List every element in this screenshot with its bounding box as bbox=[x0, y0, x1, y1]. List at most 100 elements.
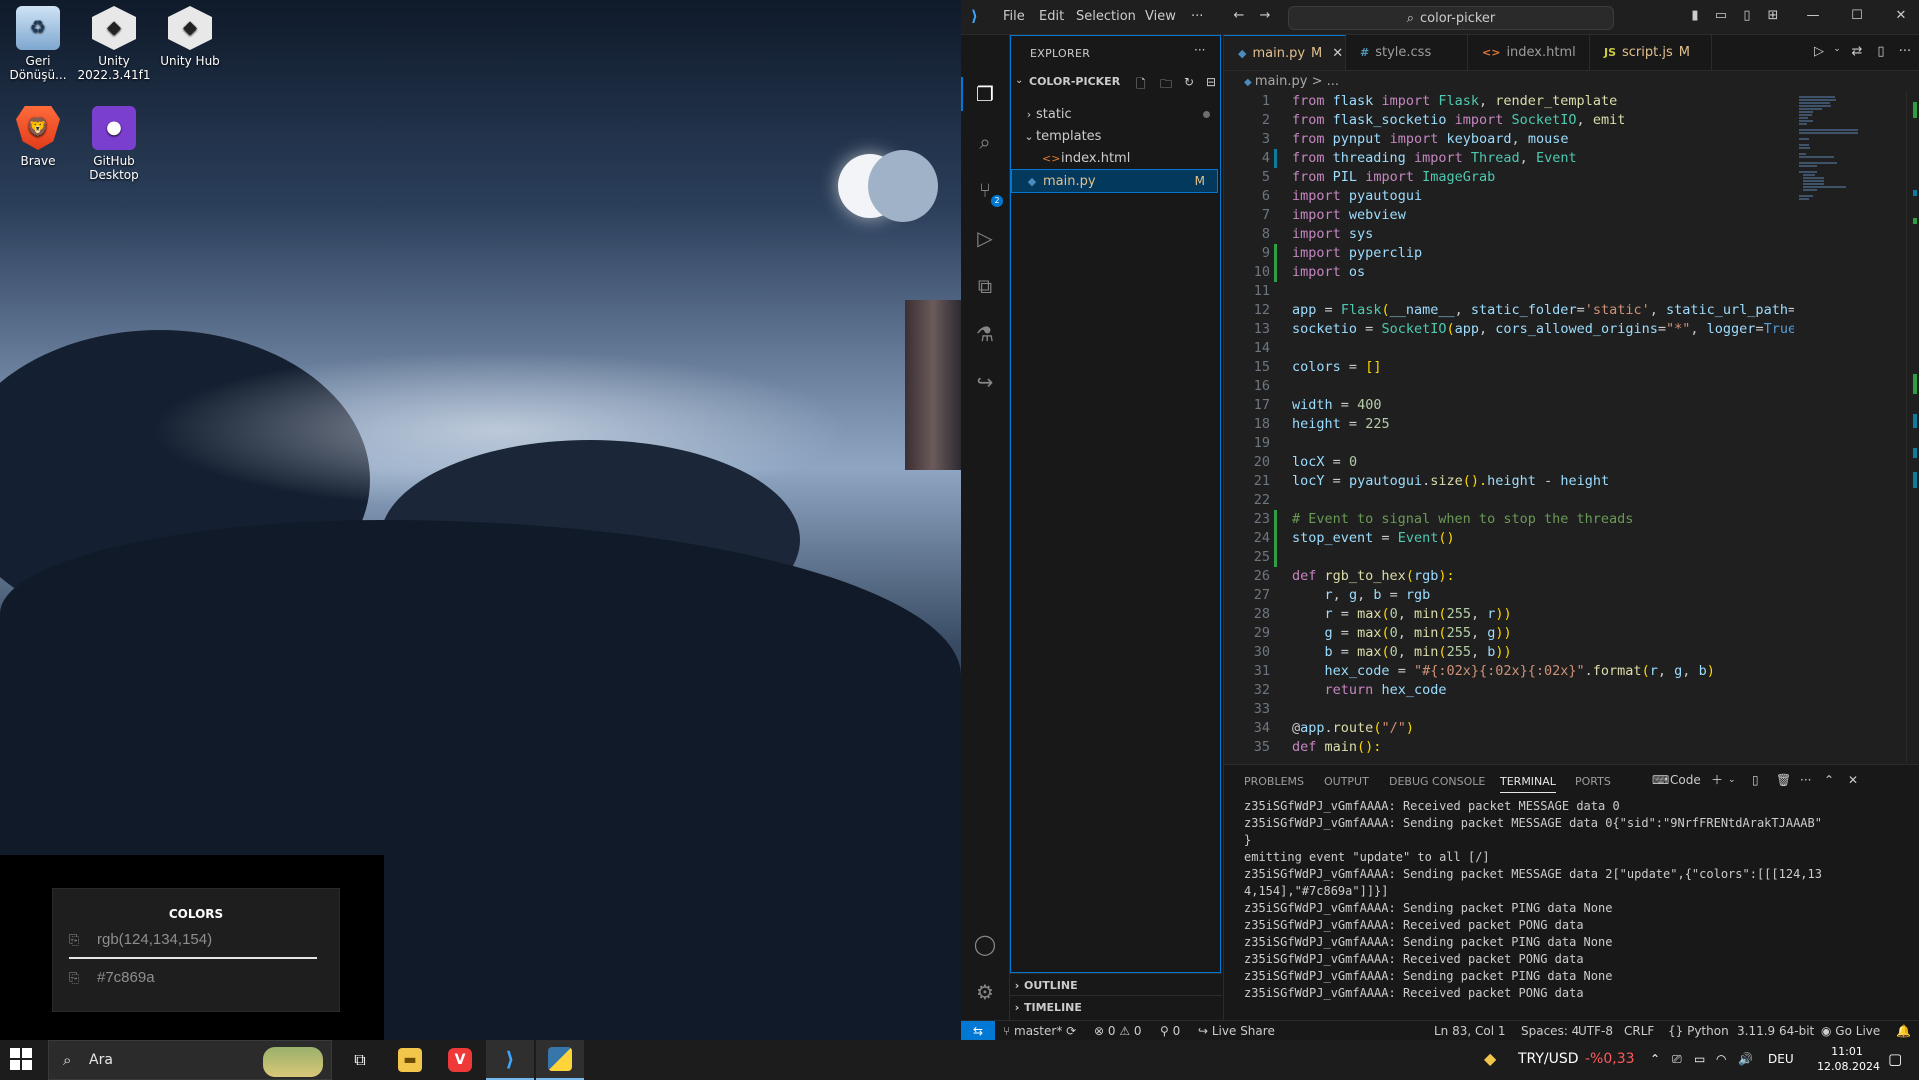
toggle-secondary-sidebar-icon[interactable]: ▯ bbox=[1739, 8, 1755, 24]
forward-arrow-icon[interactable]: → bbox=[1257, 8, 1273, 24]
ticker-change[interactable]: -%0,33 bbox=[1585, 1051, 1635, 1067]
windows-start-icon[interactable] bbox=[10, 1048, 34, 1072]
collapse-all-icon[interactable]: ⊟ bbox=[1206, 75, 1222, 91]
cursor-position[interactable]: Ln 83, Col 1 bbox=[1434, 1024, 1506, 1038]
more-actions-icon[interactable]: ··· bbox=[1800, 771, 1811, 789]
python-interpreter[interactable]: 3.11.9 64-bit bbox=[1737, 1024, 1814, 1038]
close-icon[interactable]: ✕ bbox=[1332, 46, 1343, 61]
usb-icon[interactable]: ⎚ bbox=[1672, 1052, 1682, 1067]
maximize-icon[interactable]: ☐ bbox=[1849, 8, 1865, 24]
command-center[interactable]: ⌕ color-picker bbox=[1288, 6, 1614, 30]
python-taskbar-button[interactable] bbox=[536, 1040, 584, 1080]
settings-gear-icon[interactable]: ⚙ bbox=[971, 978, 999, 1006]
input-language[interactable]: DEU bbox=[1768, 1052, 1794, 1066]
menu-view[interactable]: View bbox=[1145, 9, 1176, 24]
back-arrow-icon[interactable]: ← bbox=[1231, 8, 1247, 24]
tab-output[interactable]: OUTPUT bbox=[1324, 775, 1369, 788]
menu-edit[interactable]: Edit bbox=[1039, 9, 1064, 24]
clock[interactable]: 11:01 12.08.2024 bbox=[1817, 1044, 1880, 1074]
vscode-taskbar-button[interactable]: ⟩ bbox=[486, 1040, 534, 1080]
tab-script-js[interactable]: JS script.js M bbox=[1590, 35, 1712, 70]
copy-icon[interactable]: ⎘ bbox=[69, 932, 83, 947]
tab-main-py[interactable]: ◆ main.py M ✕ bbox=[1224, 35, 1346, 70]
live-share-icon[interactable]: ↪ bbox=[971, 368, 999, 396]
menu-more[interactable]: ··· bbox=[1191, 9, 1203, 24]
customize-layout-icon[interactable]: ⊞ bbox=[1765, 8, 1781, 24]
live-share-status[interactable]: ↪ Live Share bbox=[1198, 1024, 1275, 1038]
desktop-icon-unity[interactable]: ◆ Unity 2022.3.41f1 bbox=[76, 6, 152, 82]
tree-item-templates[interactable]: ⌄ templates bbox=[1010, 125, 1222, 147]
extensions-icon[interactable]: ⧉ bbox=[971, 272, 999, 300]
copy-icon[interactable]: ⎘ bbox=[69, 970, 83, 985]
indentation[interactable]: Spaces: 4 bbox=[1521, 1024, 1579, 1038]
tab-index-html[interactable]: <> index.html bbox=[1468, 35, 1590, 70]
search-icon[interactable]: ⌕ bbox=[971, 128, 999, 156]
new-folder-icon[interactable]: 🗀 bbox=[1160, 75, 1176, 91]
chevron-down-icon[interactable]: ⌄ bbox=[1828, 44, 1846, 62]
color-hex-row[interactable]: ⎘ #7c869a bbox=[69, 965, 321, 989]
trash-icon[interactable]: 🗑 bbox=[1776, 771, 1791, 789]
minimap[interactable] bbox=[1796, 92, 1906, 762]
task-view-button[interactable]: ⧉ bbox=[336, 1040, 384, 1080]
ticker-pair[interactable]: TRY/USD bbox=[1518, 1051, 1579, 1067]
desktop-icon-recycle-bin[interactable]: ♻ Geri Dönüşü... bbox=[0, 6, 76, 82]
battery-icon[interactable]: ▭ bbox=[1694, 1052, 1705, 1066]
toggle-panel-icon[interactable]: ▭ bbox=[1713, 8, 1729, 24]
toggle-sidebar-icon[interactable]: ▮ bbox=[1687, 8, 1703, 24]
chevron-down-icon[interactable]: ⌄ bbox=[1728, 771, 1736, 789]
terminal-output[interactable]: z35iSGfWdPJ_vGmfAAAA: Received packet ME… bbox=[1244, 798, 1904, 1018]
go-live-status[interactable]: ◉ Go Live bbox=[1821, 1024, 1880, 1038]
refresh-icon[interactable]: ↻ bbox=[1184, 75, 1200, 91]
split-terminal-icon[interactable]: ▯ bbox=[1752, 771, 1759, 789]
accounts-icon[interactable]: ◯ bbox=[971, 930, 999, 958]
menu-selection[interactable]: Selection bbox=[1076, 9, 1136, 24]
breadcrumb[interactable]: ◆ main.py > ... bbox=[1244, 74, 1339, 89]
vivaldi-button[interactable]: V bbox=[436, 1040, 484, 1080]
ports-status[interactable]: ⚲ 0 bbox=[1160, 1024, 1180, 1038]
volume-icon[interactable]: 🔊 bbox=[1738, 1052, 1753, 1066]
problems-status[interactable]: ⊗ 0 ⚠ 0 bbox=[1094, 1024, 1142, 1038]
desktop-icon-brave[interactable]: 🦁 Brave bbox=[0, 106, 76, 168]
encoding[interactable]: UTF-8 bbox=[1578, 1024, 1613, 1038]
tab-ports[interactable]: PORTS bbox=[1575, 775, 1611, 788]
tab-problems[interactable]: PROBLEMS bbox=[1244, 775, 1304, 788]
notification-center-icon[interactable]: ▢ bbox=[1888, 1050, 1902, 1068]
more-actions-icon[interactable]: ··· bbox=[1194, 43, 1205, 57]
folder-header[interactable]: ⌄ COLOR-PICKER 🗋 🗀 ↻ ⊟ bbox=[1010, 71, 1223, 93]
maximize-panel-icon[interactable]: ⌃ bbox=[1824, 771, 1834, 789]
wifi-icon[interactable]: ◠ bbox=[1716, 1052, 1726, 1066]
more-actions-icon[interactable]: ··· bbox=[1896, 44, 1914, 62]
run-debug-icon[interactable]: ▷ bbox=[971, 224, 999, 252]
add-terminal-icon[interactable]: ＋ bbox=[1711, 771, 1723, 789]
file-explorer-button[interactable]: ▬ bbox=[386, 1040, 434, 1080]
menu-file[interactable]: File bbox=[1003, 9, 1025, 24]
outline-section[interactable]: › OUTLINE bbox=[1010, 973, 1222, 996]
split-editor-icon[interactable]: ▯ bbox=[1872, 44, 1890, 62]
desktop-icon-unity-hub[interactable]: ◆ Unity Hub bbox=[152, 6, 228, 68]
tree-item-static[interactable]: › static bbox=[1010, 103, 1222, 125]
testing-icon[interactable]: ⚗ bbox=[971, 320, 999, 348]
close-panel-icon[interactable]: ✕ bbox=[1848, 771, 1858, 789]
tab-debug-console[interactable]: DEBUG CONSOLE bbox=[1389, 775, 1485, 788]
remote-indicator[interactable]: ⇆ bbox=[961, 1021, 995, 1041]
language-mode[interactable]: {} Python bbox=[1668, 1024, 1729, 1038]
tree-item-index-html[interactable]: <> index.html bbox=[1010, 147, 1222, 169]
branch-status[interactable]: ⑂ master* ⟳ bbox=[1003, 1024, 1076, 1038]
new-file-icon[interactable]: 🗋 bbox=[1136, 75, 1152, 91]
tree-item-main-py[interactable]: ◆ main.py M bbox=[1011, 169, 1218, 193]
compare-icon[interactable]: ⇄ bbox=[1848, 44, 1866, 62]
tab-terminal[interactable]: TERMINAL bbox=[1500, 775, 1556, 793]
notifications-bell-icon[interactable]: 🔔 bbox=[1896, 1024, 1911, 1038]
end-of-line[interactable]: CRLF bbox=[1624, 1024, 1654, 1038]
minimize-icon[interactable]: — bbox=[1805, 8, 1821, 24]
run-icon[interactable]: ▷ bbox=[1810, 44, 1828, 62]
chevron-up-icon[interactable]: ⌃ bbox=[1650, 1052, 1660, 1066]
color-rgb-row[interactable]: ⎘ rgb(124,134,154) bbox=[69, 927, 321, 951]
desktop-icon-github[interactable]: ● GitHub Desktop bbox=[76, 106, 152, 182]
code-editor[interactable]: 1 from flask import Flask, render_templat… bbox=[1224, 92, 1794, 762]
close-icon[interactable]: ✕ bbox=[1893, 8, 1909, 24]
taskbar-search[interactable]: ⌕ Ara bbox=[48, 1040, 332, 1080]
tab-style-css[interactable]: # style.css bbox=[1346, 35, 1468, 70]
timeline-section[interactable]: › TIMELINE bbox=[1010, 995, 1222, 1018]
explorer-icon[interactable]: ❐ bbox=[971, 80, 999, 108]
